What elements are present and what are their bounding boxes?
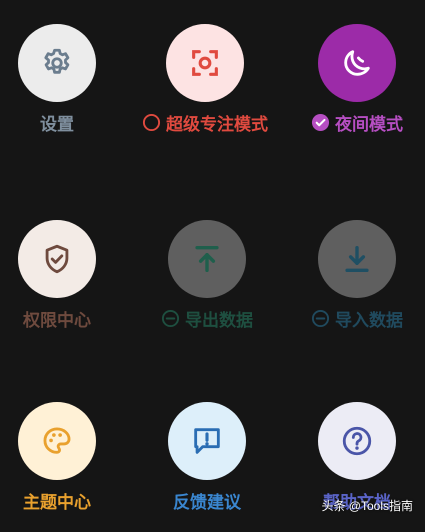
import-data-label-row: 导入数据 <box>287 306 425 331</box>
permission-center-circle[interactable] <box>18 220 96 298</box>
moon-icon <box>344 50 370 76</box>
help-circle-icon <box>342 426 372 456</box>
settings-tile[interactable]: 设置 <box>0 14 127 154</box>
radio-checked-icon[interactable] <box>311 113 330 132</box>
help-docs-circle[interactable] <box>318 402 396 480</box>
feedback-tile[interactable]: 反馈建议 <box>137 392 277 532</box>
feedback-circle[interactable] <box>168 402 246 480</box>
permission-center-tile[interactable]: 权限中心 <box>0 210 127 350</box>
export-data-label: 导出数据 <box>185 311 253 331</box>
settings-label: 设置 <box>40 115 74 135</box>
watermark: 头条 @Tools指南 <box>321 497 413 514</box>
chat-alert-icon <box>194 428 220 454</box>
export-data-tile[interactable]: 导出数据 <box>137 210 277 350</box>
export-data-label-row: 导出数据 <box>137 306 277 331</box>
feedback-label-row: 反馈建议 <box>137 488 277 513</box>
night-mode-tile[interactable]: 夜间模式 <box>287 14 425 154</box>
download-icon <box>345 245 369 273</box>
theme-center-circle[interactable] <box>18 402 96 480</box>
import-data-circle[interactable] <box>318 220 396 298</box>
palette-icon <box>43 427 71 454</box>
focus-mode-label-row: 超级专注模式 <box>135 110 275 135</box>
focus-mode-label: 超级专注模式 <box>166 115 268 135</box>
theme-center-tile[interactable]: 主题中心 <box>0 392 127 532</box>
settings-circle[interactable] <box>18 24 96 102</box>
export-data-circle[interactable] <box>168 220 246 298</box>
shield-check-icon <box>45 244 69 274</box>
focus-mode-circle[interactable] <box>166 24 244 102</box>
upload-icon <box>195 245 219 273</box>
theme-center-label: 主题中心 <box>23 493 91 513</box>
night-mode-circle[interactable] <box>318 24 396 102</box>
settings-label-row: 设置 <box>0 110 127 135</box>
import-data-label: 导入数据 <box>335 311 403 331</box>
feedback-label: 反馈建议 <box>173 493 241 513</box>
gear-icon <box>44 48 70 74</box>
permission-center-label-row: 权限中心 <box>0 306 127 331</box>
theme-center-label-row: 主题中心 <box>0 488 127 513</box>
radio-unchecked-icon[interactable] <box>142 113 161 132</box>
night-mode-label-row: 夜间模式 <box>287 110 425 135</box>
watermark-text: 头条 @Tools指南 <box>321 499 413 513</box>
focus-frame-icon <box>192 50 218 76</box>
permission-center-label: 权限中心 <box>23 311 91 331</box>
minus-circle-icon[interactable] <box>311 309 330 328</box>
night-mode-label: 夜间模式 <box>335 115 403 135</box>
minus-circle-icon[interactable] <box>161 309 180 328</box>
focus-mode-tile[interactable]: 超级专注模式 <box>135 14 275 154</box>
import-data-tile[interactable]: 导入数据 <box>287 210 425 350</box>
